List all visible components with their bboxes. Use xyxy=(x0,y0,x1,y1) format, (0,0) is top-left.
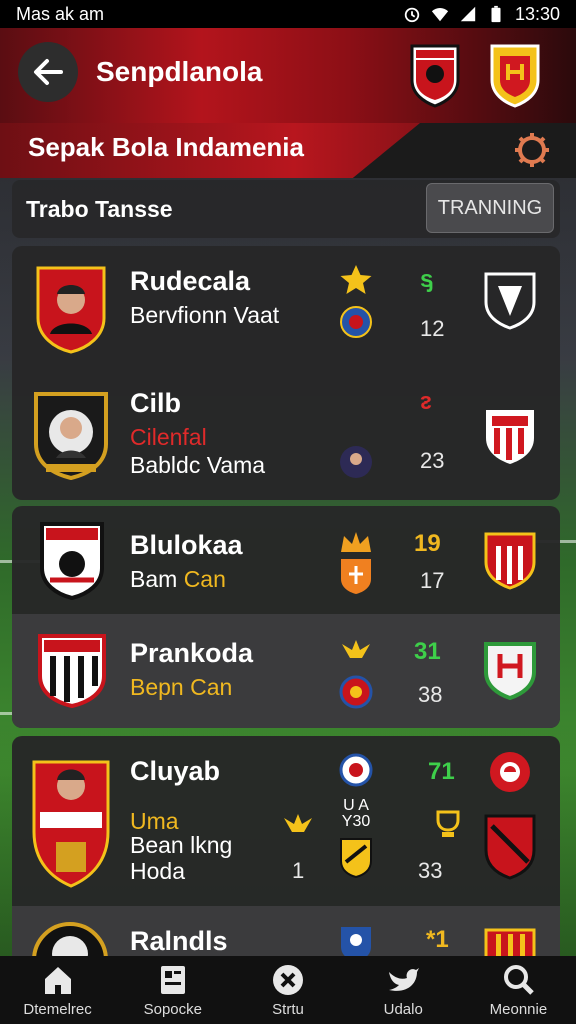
row-top-stat: ᶊ xyxy=(420,266,434,293)
row-number: 23 xyxy=(420,448,445,473)
search-icon xyxy=(504,964,535,995)
row-name: Cilb xyxy=(130,388,181,418)
row-mid-number: 1 xyxy=(292,858,305,883)
nav-label: Sopocke xyxy=(143,1000,202,1018)
row-number: 33 xyxy=(418,858,443,883)
wifi-icon xyxy=(431,8,449,22)
list-item[interactable]: Cluyab Uma Bean lkng Hoda 1 U A Y30 71 3… xyxy=(12,736,560,906)
player-crest-icon xyxy=(34,392,108,481)
row-subtitle: Uma xyxy=(130,808,179,834)
row-top-stat: 71 xyxy=(428,758,455,785)
row-subtitle: Bepn Can xyxy=(130,674,233,700)
filter-bar: Trabo Tansse TRANNING xyxy=(12,180,560,238)
star-icon xyxy=(340,265,372,294)
alarm-icon xyxy=(404,7,420,23)
club-shield-icon xyxy=(341,559,371,594)
bottom-nav: Dtemelrec Sopocke Strtu Udalo Meonnie xyxy=(0,956,576,1024)
row-name: Blulokaa xyxy=(130,530,243,560)
row-subtitle: Cilenfal xyxy=(130,424,207,450)
header: Senpdlanola Sepak Bola Indamenia xyxy=(0,28,576,178)
club-crest-icon xyxy=(410,44,460,108)
ball-icon xyxy=(273,964,303,995)
row-top-stat: ᴤ xyxy=(420,388,432,415)
row-top-stat: 19 xyxy=(414,530,441,557)
club-badge-icon xyxy=(339,753,373,787)
row-top-stat: *1 xyxy=(426,926,449,953)
row-subtitle: Bervfionn Vaat xyxy=(130,302,280,328)
club-badge-icon xyxy=(340,306,372,338)
row-name: Cluyab xyxy=(130,756,221,786)
nav-item-home[interactable]: Dtemelrec xyxy=(0,956,115,1024)
list-item[interactable]: Prankoda Bepn Can 31 38 xyxy=(12,614,560,728)
club-crest-icon xyxy=(40,522,104,601)
row-detail-2: Hoda xyxy=(130,858,185,884)
row-name: Ralndls xyxy=(130,926,228,956)
row-number: 17 xyxy=(420,568,445,593)
row-number: 38 xyxy=(418,682,443,707)
status-time: 13:30 xyxy=(514,3,560,24)
club-shield-icon xyxy=(484,532,536,590)
row-center-text: U A Y30 xyxy=(341,797,371,830)
club-card: Rudecala Bervfionn Vaat ᶊ 12 Cilb Cilenf… xyxy=(12,246,560,500)
player-avatar-icon xyxy=(340,446,372,478)
nav-item-search[interactable]: Meonnie xyxy=(461,956,576,1024)
list-item[interactable]: Rudecala Bervfionn Vaat ᶊ 12 xyxy=(12,246,560,370)
club-shield-icon xyxy=(340,838,372,879)
document-icon xyxy=(160,965,185,994)
nav-label: Dtemelrec xyxy=(23,1000,92,1018)
row-name: Rudecala xyxy=(130,266,251,296)
home-icon xyxy=(44,966,71,994)
club-shield-icon xyxy=(490,44,540,108)
club-crest-icon xyxy=(38,634,106,709)
page-subtitle: Sepak Bola Indamenia xyxy=(28,132,304,162)
nav-label: Udalo xyxy=(383,1000,423,1018)
player-crest-icon xyxy=(32,760,110,888)
club-shield-icon xyxy=(484,642,536,701)
arrow-left-icon xyxy=(34,59,63,85)
battery-icon xyxy=(491,5,501,23)
filter-label: Trabo Tansse xyxy=(26,196,173,222)
bird-icon xyxy=(342,640,370,658)
nav-label: Strtu xyxy=(272,1000,304,1018)
nav-label: Meonnie xyxy=(489,1000,548,1018)
nav-item-document[interactable]: Sopocke xyxy=(115,956,230,1024)
status-bar: Mas ak am 13:30 xyxy=(0,0,576,28)
club-round-badge-icon xyxy=(490,752,530,792)
player-crest-icon xyxy=(36,266,106,354)
nav-item-bird[interactable]: Udalo xyxy=(346,956,461,1024)
signal-icon xyxy=(460,6,476,22)
status-carrier: Mas ak am xyxy=(16,3,105,24)
training-button[interactable]: TRANNING xyxy=(426,183,554,233)
row-subtitle: Bam Can xyxy=(130,566,226,592)
list-item[interactable]: Blulokaa Bam Can 19 17 xyxy=(12,506,560,614)
row-detail: Babldc Vama xyxy=(130,452,266,478)
club-shield-icon xyxy=(486,410,534,464)
gear-icon[interactable] xyxy=(512,130,552,170)
row-name: Prankoda xyxy=(130,638,254,668)
page-title: Senpdlanola xyxy=(96,56,263,87)
club-badge-icon xyxy=(341,927,371,960)
club-card: Blulokaa Bam Can 19 17 Prankoda Bepn Can xyxy=(12,506,560,728)
back-button[interactable] xyxy=(18,42,78,102)
bird-icon xyxy=(284,814,312,832)
club-shield-icon xyxy=(484,814,536,880)
list-item[interactable]: Cilb Cilenfal Babldc Vama ᴤ 23 xyxy=(12,370,560,500)
club-badge-icon xyxy=(339,675,373,709)
club-shield-icon xyxy=(484,272,536,330)
trophy-icon xyxy=(436,810,460,837)
bird-icon xyxy=(389,967,420,991)
row-detail: Bean lkng xyxy=(130,832,233,858)
nav-item-ball[interactable]: Strtu xyxy=(230,956,345,1024)
row-top-stat: 31 xyxy=(414,638,441,665)
row-number: 12 xyxy=(420,316,445,341)
club-card: Cluyab Uma Bean lkng Hoda 1 U A Y30 71 3… xyxy=(12,736,560,966)
